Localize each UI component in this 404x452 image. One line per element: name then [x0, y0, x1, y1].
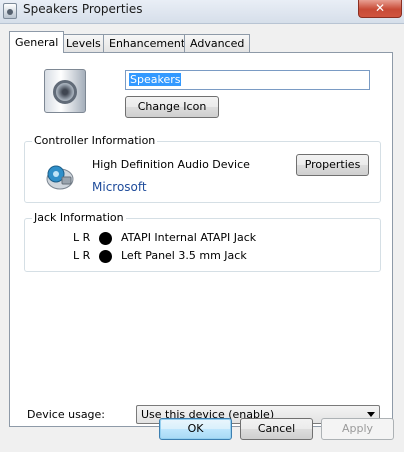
apply-button[interactable]: Apply	[321, 418, 394, 440]
tab-advanced[interactable]: Advanced	[184, 34, 251, 52]
audio-controller-icon	[46, 165, 74, 190]
controller-information-group: Controller Information High Definition A…	[24, 134, 381, 203]
cancel-button[interactable]: Cancel	[240, 418, 313, 440]
jack-channels: L R	[73, 231, 91, 244]
controller-properties-button[interactable]: Properties	[296, 154, 369, 176]
device-usage-label: Device usage:	[27, 408, 106, 421]
change-icon-button[interactable]: Change Icon	[125, 96, 219, 118]
controller-information-title: Controller Information	[32, 134, 158, 148]
jack-information-group: Jack Information L R ATAPI Internal ATAP…	[24, 211, 381, 272]
controller-manufacturer-link[interactable]: Microsoft	[92, 180, 147, 194]
speaker-cone-icon	[53, 80, 77, 104]
device-name-input[interactable]: Speakers	[125, 70, 370, 90]
device-name-value: Speakers	[129, 73, 182, 86]
tab-enhancements[interactable]: Enhancements	[103, 34, 197, 52]
jack-name: ATAPI Internal ATAPI Jack	[121, 231, 257, 244]
general-tab-panel: Speakers Change Icon Controller Informat…	[9, 52, 393, 427]
controller-device-name: High Definition Audio Device	[92, 158, 250, 171]
speaker-device-icon	[44, 69, 86, 113]
ok-button[interactable]: OK	[159, 418, 232, 440]
jack-information-title: Jack Information	[32, 211, 126, 225]
jack-color-indicator-icon	[99, 232, 112, 245]
close-button[interactable]: ✕	[358, 0, 402, 18]
jack-color-indicator-icon	[99, 250, 112, 263]
tab-levels[interactable]: Levels	[60, 34, 107, 52]
window-title: Speakers Properties	[23, 2, 143, 16]
chevron-down-icon	[367, 412, 375, 417]
tab-general[interactable]: General	[9, 31, 65, 53]
jack-channels: L R	[73, 249, 91, 262]
dialog-body: General Levels Enhancements Advanced Spe…	[0, 24, 404, 452]
speaker-app-icon	[3, 3, 17, 19]
title-bar: Speakers Properties ✕	[0, 0, 404, 24]
jack-name: Left Panel 3.5 mm Jack	[121, 249, 247, 262]
